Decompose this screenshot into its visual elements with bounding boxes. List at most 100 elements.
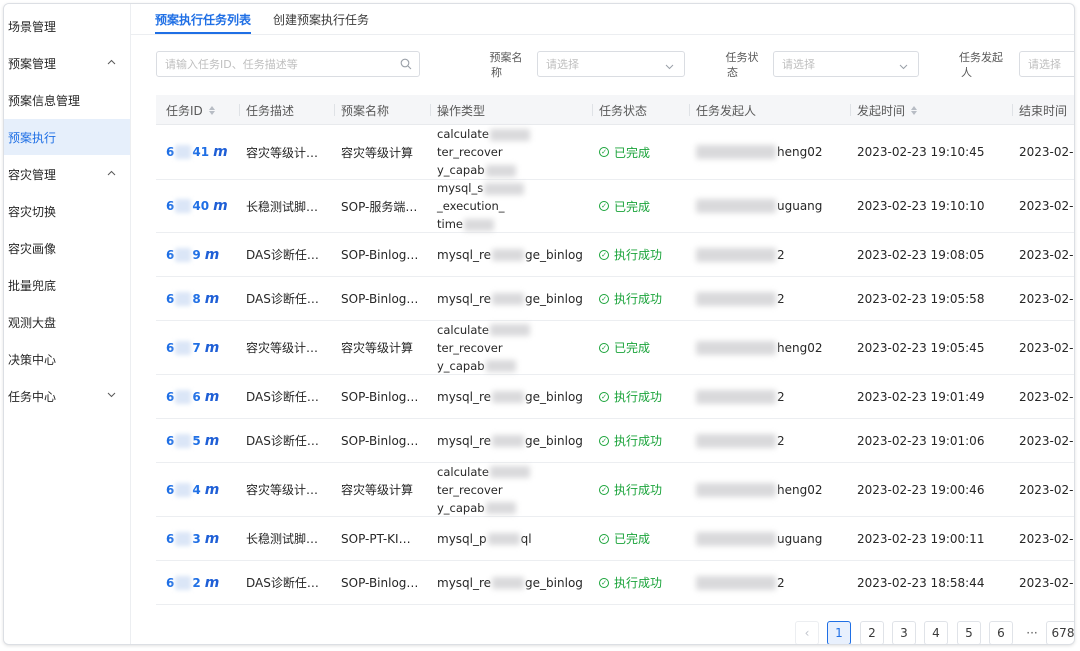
sidebar-item-decision-center[interactable]: 决策中心 <box>4 341 130 377</box>
search-input[interactable]: 请输入任务ID、任务描述等 <box>156 51 420 77</box>
table-row[interactable]: 6 6 m DAS诊断任… SOP-Binlog… mysql_re ge_binlog ✓ 执… <box>156 375 1074 419</box>
search-icon[interactable] <box>400 58 412 73</box>
page-button-last[interactable]: 678 <box>1046 621 1074 644</box>
sidebar-item-label: 任务中心 <box>8 389 57 404</box>
sidebar-item-disaster-recovery-management[interactable]: 容灾管理 <box>4 156 130 192</box>
initiator: 2 <box>696 277 785 320</box>
plan-name: SOP-Binlog… <box>341 389 419 404</box>
task-id-link[interactable]: 63m <box>166 517 219 560</box>
task-description: DAS诊断任… <box>246 576 319 590</box>
status-badge: ✓ 执行成功 <box>599 277 662 320</box>
sidebar-item-disaster-recovery-profile[interactable]: 容灾画像 <box>4 230 130 266</box>
task-id-link[interactable]: 6 41 m <box>166 125 228 179</box>
task-id-link[interactable]: 67m <box>166 321 219 374</box>
column-header-end-time: 结束时间 <box>1012 95 1067 125</box>
sort-icon[interactable] <box>208 105 215 115</box>
success-circle-icon: ✓ <box>599 293 609 304</box>
task-id-link[interactable]: 65m <box>166 419 219 462</box>
page-button-3[interactable]: 3 <box>892 621 916 644</box>
table-row[interactable]: 6 5 m DAS诊断任… SOP-Binlog… mysql_re ge_binlog ✓ 执… <box>156 419 1074 463</box>
sidebar-item-batch-fallback[interactable]: 批量兜底 <box>4 267 130 303</box>
page-button-1[interactable]: 1 <box>827 621 851 644</box>
sidebar-item-label: 决策中心 <box>8 352 57 367</box>
sidebar-item-label: 观测大盘 <box>8 315 57 330</box>
redacted-name <box>696 291 776 306</box>
task-description: 容灾等级计… <box>246 341 319 355</box>
tab-task-list[interactable]: 预案执行任务列表 <box>155 4 252 34</box>
sidebar-item-scene-management[interactable]: 场景管理 <box>4 8 130 44</box>
operation-type: mysql_re ge_binlog <box>437 575 583 590</box>
start-time: 2023-02-23 19:05:45 <box>857 340 985 355</box>
main-content: 预案执行任务列表 创建预案执行任务 请输入任务ID、任务描述等 预案名称 请选择… <box>131 4 1074 644</box>
operation-type: mysql_re ge_binlog <box>437 389 583 404</box>
table-row[interactable]: 6 2 m DAS诊断任… SOP-Binlog… mysql_re ge_binlog ✓ 执… <box>156 561 1074 605</box>
table-row[interactable]: 6 9 m DAS诊断任… SOP-Binlog… mysql_re ge_binlog ✓ 执… <box>156 233 1074 277</box>
task-description: DAS诊断任… <box>246 292 319 306</box>
task-id-link[interactable]: 62m <box>166 561 219 604</box>
tab-create-task[interactable]: 创建预案执行任务 <box>273 4 369 34</box>
plan-name-select[interactable]: 请选择 <box>537 51 685 77</box>
page-button-5[interactable]: 5 <box>957 621 981 644</box>
plan-name: 容灾等级计算 <box>341 341 414 355</box>
redacted-id <box>175 433 192 448</box>
end-time: 2023-02- <box>1019 433 1074 448</box>
column-header-task-id[interactable]: 任务ID <box>166 95 215 125</box>
status-badge: ✓ 执行成功 <box>599 463 662 516</box>
status-badge: ✓ 已完成 <box>599 180 650 232</box>
column-header-start-time[interactable]: 发起时间 <box>850 95 918 125</box>
sidebar: 场景管理 预案管理 预案信息管理 预案执行 容灾管理 容灾切换 容灾画像 批量兜… <box>4 4 131 644</box>
table-row[interactable]: 6 40 m 长稳测试脚… SOP-服务端… mysql_s_execution_ time… <box>156 180 1074 233</box>
plan-name: SOP-Binlog… <box>341 247 419 262</box>
operation-type: mysql_p ql <box>437 531 532 546</box>
page-button-4[interactable]: 4 <box>924 621 948 644</box>
table-row[interactable]: 6 3 m 长稳测试脚… SOP-PT-KI… mysql_p ql ✓ 已完成 uguang 20… <box>156 517 1074 561</box>
check-circle-icon: ✓ <box>599 201 609 211</box>
end-time: 2023-02- <box>1019 247 1074 262</box>
pagination-ellipsis[interactable]: ··· <box>1020 621 1044 644</box>
task-id-link[interactable]: 66m <box>166 375 219 418</box>
initiator: 2 <box>696 561 785 604</box>
table-row[interactable]: 6 8 m DAS诊断任… SOP-Binlog… mysql_re ge_binlog ✓ 执… <box>156 277 1074 321</box>
table-row[interactable]: 6 4 m 容灾等级计… 容灾等级计算 calculateter_recover y_cap… <box>156 463 1074 517</box>
task-id-link[interactable]: 68m <box>166 277 219 320</box>
end-time: 2023-02- <box>1019 145 1074 159</box>
table-row[interactable]: 6 41 m 容灾等级计… 容灾等级计算 calculateter_recover y_ca… <box>156 125 1074 180</box>
initiator: 2 <box>696 419 785 462</box>
task-id-link[interactable]: 69m <box>166 233 219 276</box>
initiator-select[interactable]: 请选择 <box>1019 51 1074 77</box>
redacted-name <box>696 247 776 262</box>
sidebar-item-task-center[interactable]: 任务中心 <box>4 378 130 414</box>
task-description: 长稳测试脚… <box>246 532 319 546</box>
table-row[interactable]: 6 7 m 容灾等级计… 容灾等级计算 calculateter_recover y_cap… <box>156 321 1074 375</box>
sidebar-item-disaster-recovery-switch[interactable]: 容灾切换 <box>4 193 130 229</box>
status-badge: ✓ 已完成 <box>599 125 650 179</box>
end-time: 2023-02- <box>1019 389 1074 404</box>
redacted-id <box>175 389 192 404</box>
page-button-2[interactable]: 2 <box>860 621 884 644</box>
operation-type: calculateter_recover y_capab <box>437 125 583 179</box>
initiator: uguang <box>696 180 822 232</box>
task-id-link[interactable]: 6 40 m <box>166 180 228 232</box>
redacted-name <box>696 575 776 590</box>
status-select[interactable]: 请选择 <box>773 51 919 77</box>
redacted-name <box>696 433 776 448</box>
m-logo-icon: m <box>213 198 228 214</box>
redacted-name <box>696 145 776 159</box>
page-button-6[interactable]: 6 <box>989 621 1013 644</box>
start-time: 2023-02-23 18:58:44 <box>857 575 985 590</box>
status-badge: ✓ 已完成 <box>599 517 650 560</box>
success-circle-icon: ✓ <box>599 435 609 446</box>
task-id-link[interactable]: 64m <box>166 463 219 516</box>
sidebar-item-label: 预案管理 <box>8 56 57 71</box>
task-description: DAS诊断任… <box>246 248 319 262</box>
sidebar-item-plan-management[interactable]: 预案管理 <box>4 45 130 81</box>
status-badge: ✓ 执行成功 <box>599 561 662 604</box>
column-header-plan-name: 预案名称 <box>334 95 389 125</box>
sort-icon[interactable] <box>911 105 918 115</box>
redacted-id <box>175 531 192 546</box>
prev-page-button[interactable]: ‹ <box>795 621 819 644</box>
redacted-id <box>175 575 192 590</box>
sidebar-item-plan-execution[interactable]: 预案执行 <box>4 119 130 155</box>
sidebar-item-observability-dashboard[interactable]: 观测大盘 <box>4 304 130 340</box>
sidebar-item-plan-info-management[interactable]: 预案信息管理 <box>4 82 130 118</box>
